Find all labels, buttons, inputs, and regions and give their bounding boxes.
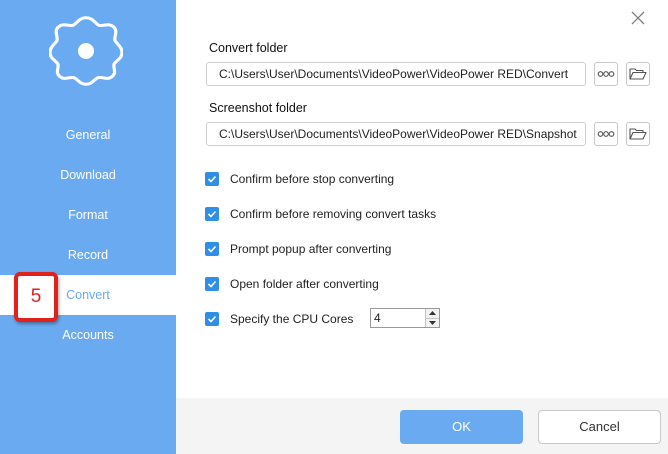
check-icon <box>207 280 217 288</box>
sidebar: General Download Format Record Convert A… <box>0 0 176 454</box>
stepper-up-button[interactable] <box>426 309 439 318</box>
gear-icon <box>49 16 123 86</box>
check-icon <box>207 210 217 218</box>
option-confirm-remove: Confirm before removing convert tasks <box>205 206 436 222</box>
screenshot-folder-input[interactable]: C:\Users\User\Documents\VideoPower\Video… <box>206 122 586 146</box>
folder-open-icon <box>629 68 647 80</box>
option-label: Confirm before removing convert tasks <box>230 207 437 221</box>
sidebar-item-label: General <box>65 128 111 142</box>
option-prompt-popup: Prompt popup after converting <box>205 241 391 257</box>
check-icon <box>207 245 217 253</box>
convert-folder-input[interactable]: C:\Users\User\Documents\VideoPower\Video… <box>206 62 586 86</box>
check-icon <box>207 175 217 183</box>
triangle-down-icon <box>429 320 436 325</box>
option-confirm-stop: Confirm before stop converting <box>205 171 394 187</box>
cancel-button[interactable]: Cancel <box>538 410 661 444</box>
confirm-remove-checkbox[interactable] <box>205 207 219 221</box>
option-label: Confirm before stop converting <box>230 172 395 186</box>
step-number-badge: 5 <box>14 272 58 322</box>
option-label: Prompt popup after converting <box>230 242 392 256</box>
more-dots-icon <box>597 71 615 77</box>
stepper-buttons <box>425 309 439 327</box>
prompt-popup-checkbox[interactable] <box>205 242 219 256</box>
convert-folder-open-button[interactable] <box>626 62 650 86</box>
option-cpu-cores: Specify the CPU Cores <box>205 311 353 327</box>
sidebar-item-label: Download <box>60 168 116 182</box>
check-icon <box>207 315 217 323</box>
option-label: Open folder after converting <box>230 277 379 291</box>
convert-folder-label: Convert folder <box>209 41 288 55</box>
sidebar-item-label: Record <box>67 248 109 262</box>
more-dots-icon <box>597 131 615 137</box>
sidebar-item-general[interactable]: General <box>0 115 176 155</box>
option-open-folder: Open folder after converting <box>205 276 379 292</box>
folder-open-icon <box>629 128 647 140</box>
cpu-cores-value[interactable]: 4 <box>371 309 425 327</box>
screenshot-folder-browse-button[interactable] <box>594 122 618 146</box>
sidebar-item-label: Format <box>68 208 108 222</box>
open-folder-checkbox[interactable] <box>205 277 219 291</box>
sidebar-item-record[interactable]: Record <box>0 235 176 275</box>
cpu-cores-checkbox[interactable] <box>205 312 219 326</box>
stepper-down-button[interactable] <box>426 317 439 327</box>
cpu-cores-stepper[interactable]: 4 <box>370 308 440 328</box>
sidebar-item-download[interactable]: Download <box>0 155 176 195</box>
sidebar-item-format[interactable]: Format <box>0 195 176 235</box>
close-icon[interactable] <box>628 8 648 28</box>
sidebar-item-label: Accounts <box>62 328 114 342</box>
sidebar-item-label: Convert <box>66 288 110 302</box>
option-label: Specify the CPU Cores <box>230 312 354 326</box>
convert-folder-browse-button[interactable] <box>594 62 618 86</box>
ok-button[interactable]: OK <box>400 410 523 444</box>
screenshot-folder-open-button[interactable] <box>626 122 650 146</box>
triangle-up-icon <box>429 311 436 316</box>
confirm-stop-checkbox[interactable] <box>205 172 219 186</box>
screenshot-folder-label: Screenshot folder <box>209 101 307 115</box>
